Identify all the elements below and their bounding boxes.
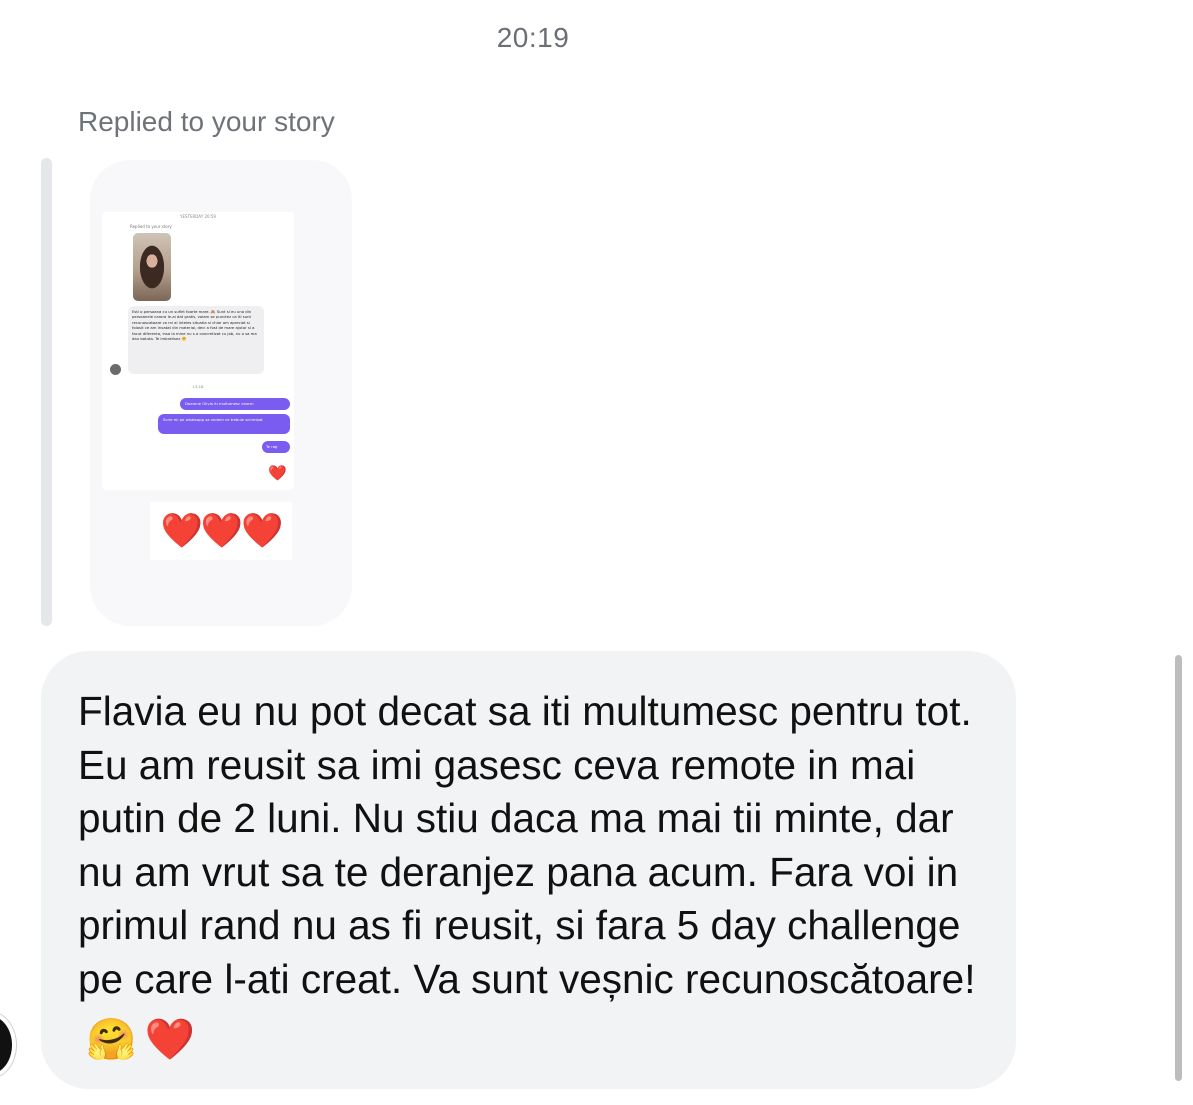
message-text: Flavia eu nu pot decat sa iti multumesc …: [78, 688, 976, 1002]
story-hearts-reaction: ❤️❤️❤️: [150, 502, 292, 560]
mini-outgoing-message: Scrie mi pe whatsapp sa vedem ce trebuie…: [158, 414, 290, 434]
timestamp: 20:19: [496, 22, 570, 53]
mini-outgoing-message: Te rog: [262, 441, 290, 453]
mini-heart-reaction: ❤️: [268, 464, 287, 482]
hugging-face-emoji: 🤗: [86, 1015, 137, 1062]
story-screenshot: YESTERDAY 20:59 Replied to your story Es…: [102, 212, 294, 490]
message-bubble[interactable]: Flavia eu nu pot decat sa iti multumesc …: [41, 651, 1016, 1089]
mini-timestamp: YESTERDAY 20:59: [180, 214, 216, 219]
replied-to-story-label: Replied to your story: [78, 106, 335, 137]
scrollbar[interactable]: [1175, 655, 1182, 1081]
red-heart-emoji: ❤️: [144, 1015, 195, 1062]
mini-replied-label: Replied to your story: [130, 224, 172, 229]
story-preview-card[interactable]: YESTERDAY 20:59 Replied to your story Es…: [90, 160, 352, 626]
reply-indicator-bar: [41, 158, 52, 626]
sender-avatar[interactable]: [0, 1012, 16, 1078]
mini-incoming-message: Esti o persoana cu un suflet foarte mare…: [128, 306, 264, 374]
message-text-block: Flavia eu nu pot decat sa iti multumesc …: [78, 685, 976, 1066]
mini-avatar: [110, 364, 121, 375]
mini-story-photo: [133, 233, 171, 301]
mini-timestamp-2: 13:18: [192, 384, 204, 389]
mini-outgoing-message: Doamne Olivia iti multumesc enorm: [180, 398, 290, 410]
